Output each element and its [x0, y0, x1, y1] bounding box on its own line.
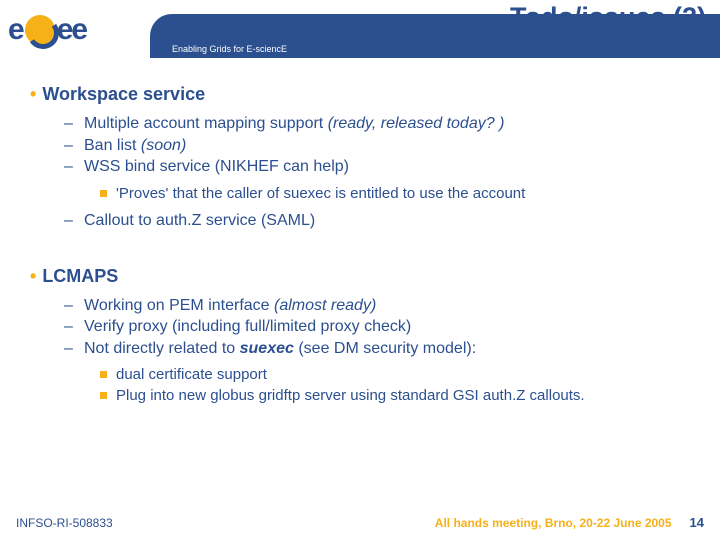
- list-item: Ban list (soon): [64, 135, 696, 157]
- list-item: Callout to auth.Z service (SAML): [64, 210, 696, 232]
- list-item: Multiple account mapping support (ready,…: [64, 113, 696, 135]
- heading-text: LCMAPS: [42, 266, 118, 286]
- list-item: dual certificate support: [100, 365, 696, 385]
- heading-text: Workspace service: [42, 84, 205, 104]
- list-item: 'Proves' that the caller of suexec is en…: [100, 184, 696, 204]
- logo-letters-ee: ee: [57, 13, 86, 47]
- section-heading: • Workspace service: [30, 84, 696, 105]
- footer-id: INFSO-RI-508833: [16, 516, 113, 530]
- bullet-icon: •: [30, 84, 36, 104]
- tagline: Enabling Grids for E-sciencE: [172, 44, 287, 54]
- dash-list: Working on PEM interface (almost ready) …: [30, 295, 696, 360]
- list-item: Working on PEM interface (almost ready): [64, 295, 696, 317]
- square-list: 'Proves' that the caller of suexec is en…: [30, 184, 696, 204]
- logo-letter-g-icon: [25, 15, 55, 45]
- slide-header: e ee Todo/issues (2) Enabling Grids for …: [0, 0, 720, 60]
- list-item: Verify proxy (including full/limited pro…: [64, 316, 696, 338]
- section-heading: • LCMAPS: [30, 266, 696, 287]
- slide-number: 14: [690, 515, 704, 530]
- slide-content: • Workspace service Multiple account mapp…: [0, 60, 720, 406]
- list-item: Plug into new globus gridftp server usin…: [100, 386, 696, 406]
- header-blue-bar: Enabling Grids for E-sciencE: [150, 14, 720, 58]
- list-item: Not directly related to suexec (see DM s…: [64, 338, 696, 360]
- dash-list: Multiple account mapping support (ready,…: [30, 113, 696, 178]
- bullet-icon: •: [30, 266, 36, 286]
- list-item: WSS bind service (NIKHEF can help): [64, 156, 696, 178]
- footer-meeting: All hands meeting, Brno, 20-22 June 2005: [113, 516, 690, 530]
- logo-letter-e: e: [8, 13, 23, 47]
- title-bar: Todo/issues (2) Enabling Grids for E-sci…: [150, 0, 720, 60]
- logo: e ee: [0, 0, 150, 60]
- slide-footer: INFSO-RI-508833 All hands meeting, Brno,…: [0, 515, 720, 530]
- square-list: dual certificate support Plug into new g…: [30, 365, 696, 406]
- dash-list: Callout to auth.Z service (SAML): [30, 210, 696, 232]
